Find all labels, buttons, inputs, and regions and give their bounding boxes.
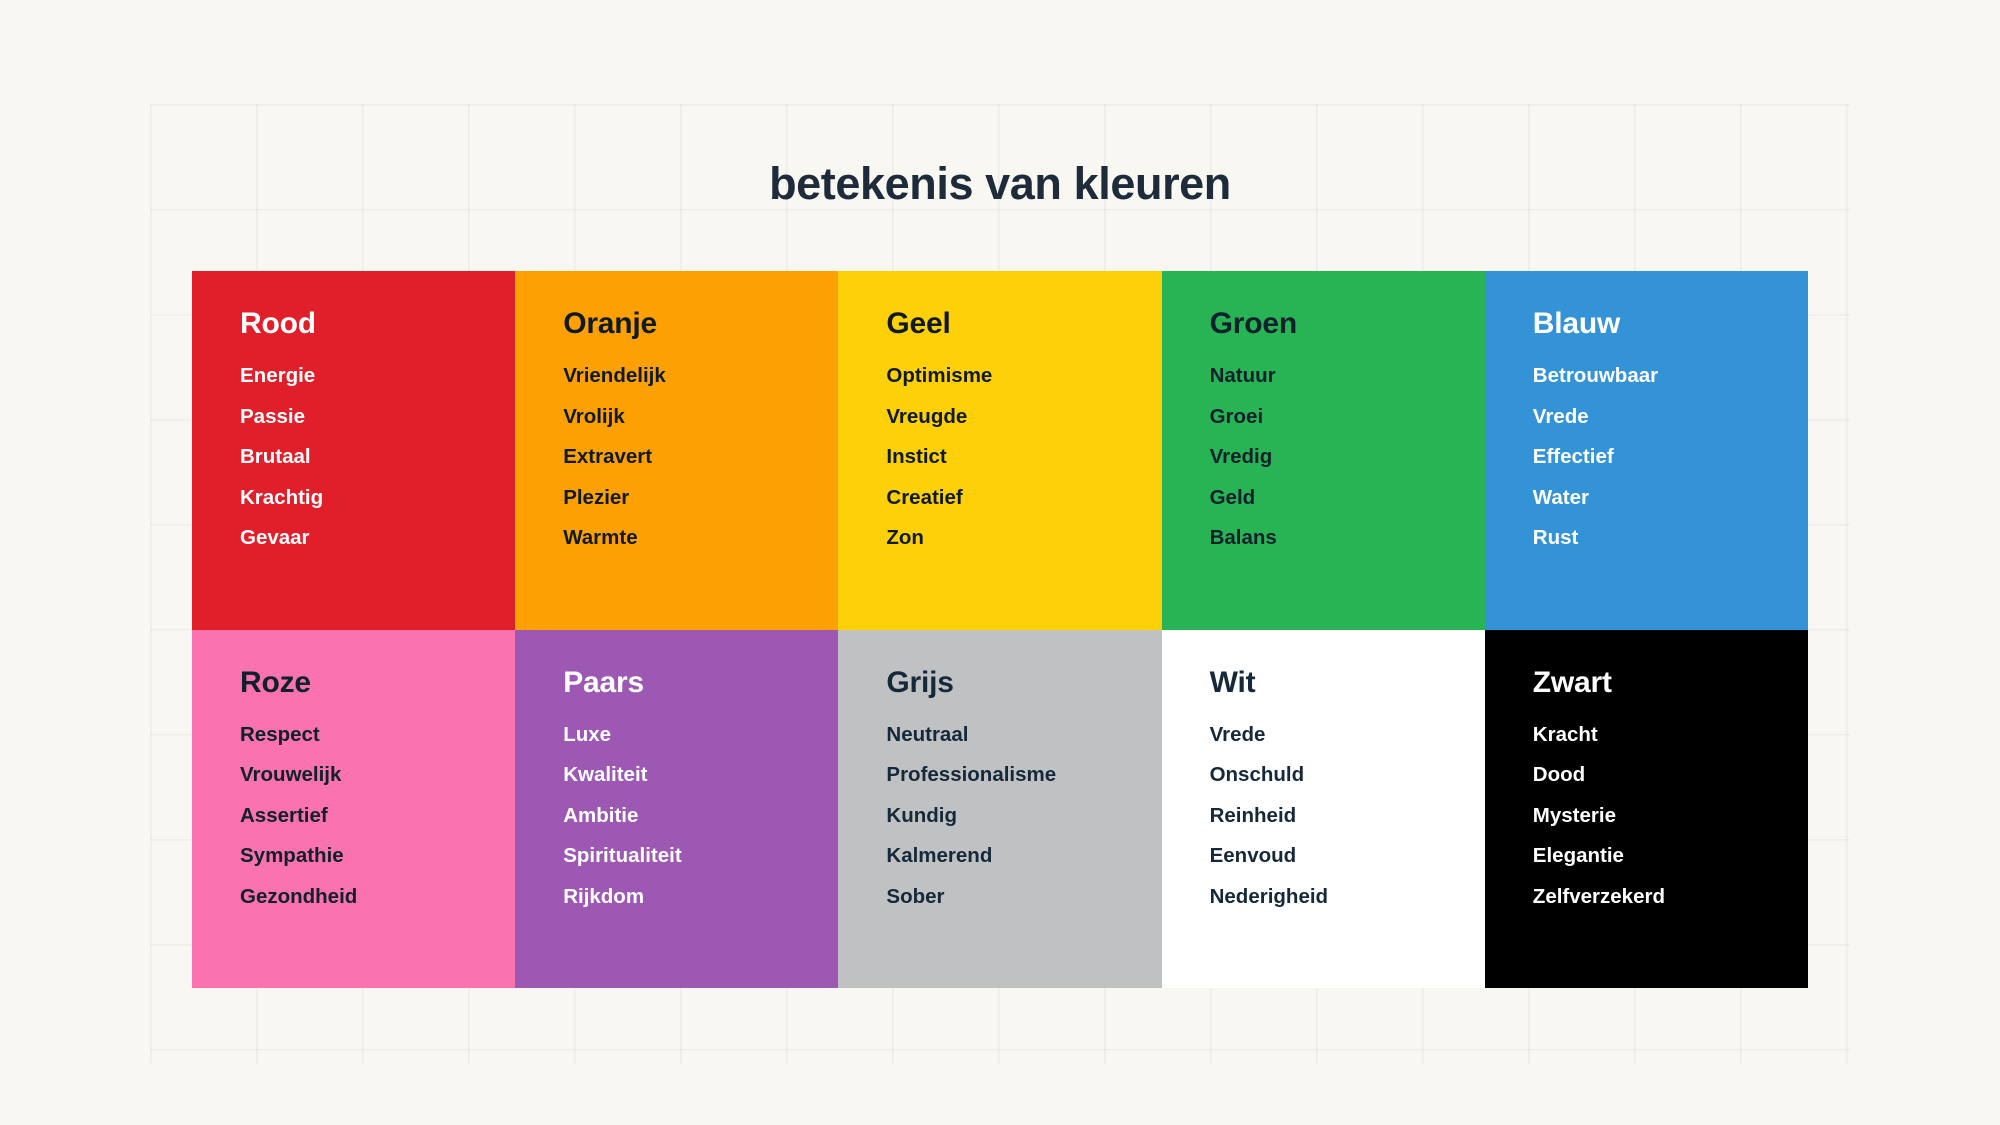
color-association-list: Respect Vrouwelijk Assertief Sympathie Gezon… — [240, 722, 515, 908]
list-item: Vriendelijk — [563, 364, 666, 387]
list-item: Zon — [886, 526, 924, 549]
color-meaning-table: Rood Energie Passie Brutaal Krachtig Gevaar Or… — [192, 271, 1808, 988]
list-item: Extravert — [563, 445, 653, 468]
list-item: Vrolijk — [563, 404, 625, 428]
color-cell-oranje: Oranje Vriendelijk Vrolijk Extravert Plezier… — [515, 271, 839, 630]
list-item: Rijkdom — [563, 884, 645, 908]
list-item: Nederigheid — [1209, 884, 1329, 908]
list-item: Sober — [886, 884, 945, 908]
color-association-list: Betrouwbaar Vrede Effectief Water Rust — [1532, 364, 1808, 549]
list-item: Vrede — [1532, 404, 1589, 428]
color-association-list: Natuur Groei Vredig Geld Balans — [1209, 364, 1485, 549]
color-association-list: Vriendelijk Vrolijk Extravert Plezier Warmte — [563, 364, 838, 549]
list-item: Natuur — [1209, 364, 1276, 387]
color-association-list: Kracht Dood Mysterie Elegantie Zelfverzekerd — [1532, 722, 1808, 908]
list-item: Sympathie — [240, 844, 344, 867]
list-item: Passie — [240, 404, 305, 428]
list-item: Krachtig — [240, 485, 324, 509]
list-item: Optimisme — [886, 364, 993, 387]
list-item: Groei — [1209, 404, 1264, 428]
color-association-list: Energie Passie Brutaal Krachtig Gevaar — [240, 364, 515, 549]
color-association-list: Vrede Onschuld Reinheid Eenvoud Nederigheid — [1209, 722, 1485, 908]
list-item: Zelfverzekerd — [1532, 884, 1665, 908]
list-item: Dood — [1532, 763, 1586, 786]
list-item: Vrouwelijk — [240, 763, 342, 786]
list-item: Rust — [1532, 526, 1579, 549]
color-name: Rood — [240, 307, 316, 340]
list-item: Mysterie — [1532, 803, 1616, 827]
list-item: Ambitie — [563, 803, 639, 827]
color-cell-rood: Rood Energie Passie Brutaal Krachtig Gevaar — [192, 271, 516, 630]
list-item: Energie — [240, 364, 316, 387]
list-item: Effectief — [1532, 445, 1614, 468]
color-cell-groen: Groen Natuur Groei Vredig Geld Balans — [1161, 271, 1485, 630]
color-cell-geel: Geel Optimisme Vreugde Instict Creatief Zon — [838, 271, 1162, 630]
list-item: Kundig — [886, 803, 957, 827]
list-item: Neutraal — [886, 722, 969, 746]
list-item: Vredig — [1209, 445, 1273, 468]
list-item: Creatief — [886, 485, 963, 509]
color-name: Wit — [1209, 665, 1256, 699]
list-item: Reinheid — [1209, 803, 1297, 827]
list-item: Geld — [1209, 485, 1256, 509]
list-item: Instict — [886, 445, 947, 468]
color-association-list: Neutraal Professionalisme Kundig Kalmerend S… — [886, 722, 1161, 908]
list-item: Water — [1532, 485, 1589, 509]
list-item: Elegantie — [1532, 844, 1624, 867]
list-item: Kwaliteit — [563, 763, 648, 786]
list-item: Kalmerend — [886, 844, 993, 867]
list-item: Onschuld — [1209, 763, 1305, 786]
list-item: Professionalisme — [886, 763, 1057, 786]
color-name: Paars — [563, 665, 644, 699]
color-cell-grijs: Grijs Neutraal Professionalisme Kundig Kalme… — [838, 629, 1162, 988]
list-item: Brutaal — [240, 445, 311, 468]
color-cell-roze: Roze Respect Vrouwelijk Assertief Sympathie G… — [192, 629, 516, 988]
list-item: Vrede — [1209, 722, 1266, 746]
list-item: Assertief — [240, 803, 328, 827]
list-item: Respect — [240, 722, 320, 746]
page-title: betekenis van kleuren — [769, 158, 1231, 210]
list-item: Betrouwbaar — [1532, 364, 1659, 387]
color-cell-wit: Wit Vrede Onschuld Reinheid Eenvoud Nederighe… — [1161, 629, 1485, 988]
color-cell-blauw: Blauw Betrouwbaar Vrede Effectief Water Rust — [1484, 271, 1808, 630]
list-item: Warmte — [563, 526, 638, 549]
color-association-list: Optimisme Vreugde Instict Creatief Zon — [886, 364, 1161, 549]
list-item: Luxe — [563, 722, 612, 746]
color-name: Groen — [1209, 307, 1298, 340]
color-name: Geel — [886, 307, 951, 340]
list-item: Gevaar — [240, 526, 310, 549]
color-name: Zwart — [1532, 665, 1612, 699]
list-item: Balans — [1209, 526, 1277, 549]
color-name: Grijs — [886, 665, 954, 699]
color-cell-paars: Paars Luxe Kwaliteit Ambitie Spiritualiteit R… — [515, 629, 839, 988]
list-item: Kracht — [1532, 722, 1598, 746]
color-name: Roze — [240, 665, 311, 699]
list-item: Gezondheid — [240, 884, 358, 908]
list-item: Spiritualiteit — [563, 844, 682, 867]
color-name: Oranje — [563, 307, 658, 340]
list-item: Plezier — [563, 485, 630, 509]
color-cell-zwart: Zwart Kracht Dood Mysterie Elegantie Zelfverz… — [1484, 629, 1808, 988]
color-name: Blauw — [1532, 307, 1621, 340]
list-item: Eenvoud — [1209, 844, 1297, 867]
list-item: Vreugde — [886, 404, 968, 428]
color-association-list: Luxe Kwaliteit Ambitie Spiritualiteit Rijkdo… — [563, 722, 838, 908]
